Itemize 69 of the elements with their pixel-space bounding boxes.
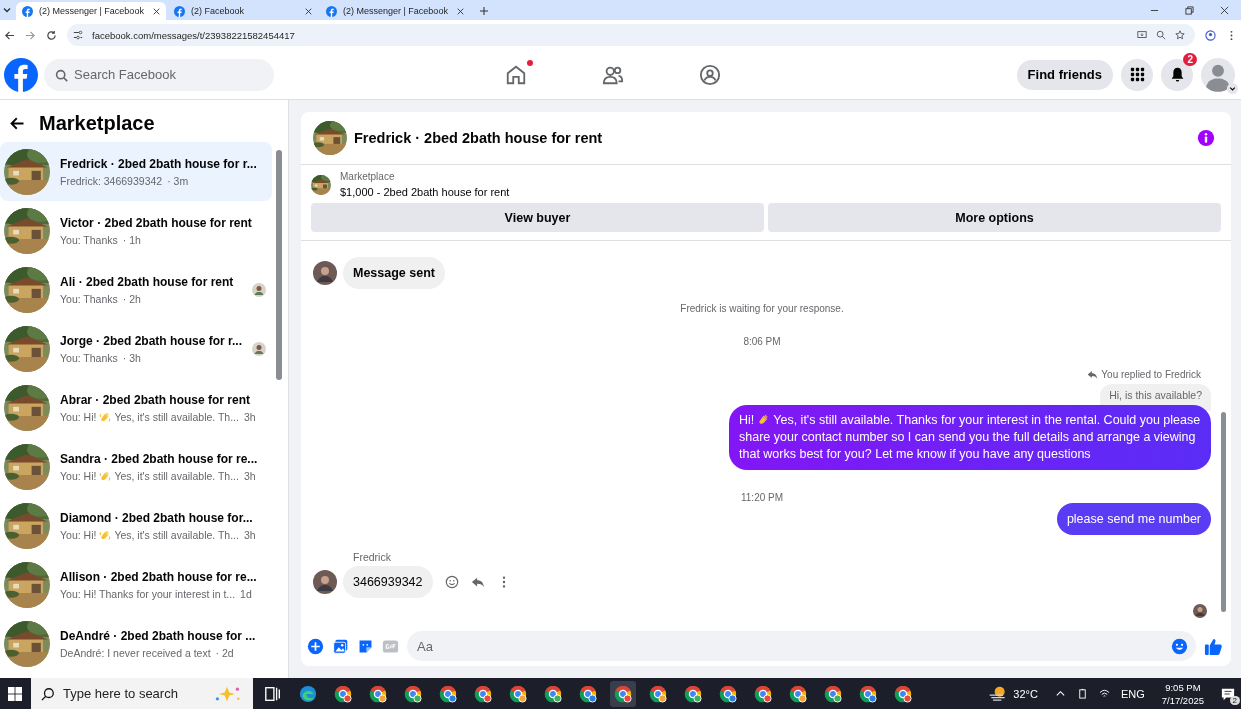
message-bubble: Message sent xyxy=(343,257,445,289)
conversation-item[interactable]: Sandra · 2bed 2bath house for re... You: Hi! Yes, it's still available. Th... 3h xyxy=(0,437,272,496)
message-time: 3h xyxy=(243,469,256,482)
message-preview: Yes, it's still available. Th... xyxy=(114,469,239,482)
message-input[interactable]: Aa xyxy=(407,631,1196,661)
message-time: · 1h xyxy=(122,233,141,246)
address-field[interactable]: facebook.com/messages/t/23938221582454417 xyxy=(67,24,1195,46)
conversation-name: Ali · 2bed 2bath house for rent xyxy=(60,274,235,289)
clock-date[interactable]: 7/17/2025 xyxy=(1161,694,1204,706)
conversation-name: Victor · 2bed 2bath house for rent xyxy=(60,215,253,230)
message-bubble: please send me number xyxy=(1056,503,1211,535)
message-preview: Yes, it's still available. Th... xyxy=(114,528,239,541)
sidebar-title: Marketplace xyxy=(39,111,155,135)
notification-badge: 2 xyxy=(1229,695,1240,705)
message-preview: You: Hi! xyxy=(60,469,97,482)
reply-note: You replied to Fredrick xyxy=(1101,369,1201,380)
message-preview: DeAndré: I never received a text xyxy=(60,646,211,659)
conversation-item[interactable]: Allison · 2bed 2bath house for re... You: Hi! Thanks for your interest in t... 1d xyxy=(0,555,272,614)
message-time: · 3h xyxy=(122,351,141,364)
conversation-item[interactable]: Abrar · 2bed 2bath house for rent You: Hi! Yes, it's still available. Th... 3h xyxy=(0,378,272,437)
conversation-name: DeAndré · 2bed 2bath house for ... xyxy=(60,628,257,643)
clock-time[interactable]: 9:05 PM xyxy=(1165,681,1201,693)
listing-button[interactable]: More options xyxy=(768,203,1221,232)
browser-tab[interactable]: (2) Messenger | Facebook xyxy=(320,2,470,20)
message-preview: Yes, it's still available. Th... xyxy=(114,410,239,423)
conversation-name: Allison · 2bed 2bath house for re... xyxy=(60,569,258,584)
listing-title: $1,000 - 2bed 2bath house for rent xyxy=(340,186,510,198)
language-indicator[interactable]: ENG xyxy=(1120,687,1145,700)
chat-title: Fredrick · 2bed 2bath house for rent xyxy=(354,130,603,146)
taskbar-search-field[interactable]: Type here to search xyxy=(31,678,253,709)
message-preview: You: Thanks xyxy=(60,233,118,246)
message-time: · 2h xyxy=(122,292,141,305)
conversation-item[interactable]: DeAndré · 2bed 2bath house for ... DeAndré: I never received a text · 2d xyxy=(0,614,272,673)
browser-tab[interactable]: (2) Facebook xyxy=(168,2,318,20)
listing-button[interactable]: View buyer xyxy=(311,203,764,232)
url-text: facebook.com/messages/t/23938221582454417 xyxy=(92,29,295,41)
message-preview: You: Hi! xyxy=(60,410,97,423)
message-bubble: 3466939342 xyxy=(343,566,433,598)
sender-name: Fredrick xyxy=(353,551,391,563)
conversation-item[interactable]: Fredrick · 2bed 2bath house for r... Fredrick: 3466939342 · 3m xyxy=(0,142,272,201)
browser-tab[interactable]: (2) Messenger | Facebook xyxy=(16,2,166,20)
message-preview: You: Hi! Thanks for your interest in t... xyxy=(60,587,236,600)
search-field[interactable]: Search Facebook xyxy=(44,58,274,91)
conversation-name: Abrar · 2bed 2bath house for rent xyxy=(60,392,252,407)
temperature: 32°C xyxy=(1013,687,1038,700)
conversation-item[interactable]: Jorge · 2bed 2bath house for r... You: Thanks · 3h xyxy=(0,319,272,378)
conversation-name: Jorge · 2bed 2bath house for r... xyxy=(60,333,242,348)
message-preview: You: Hi! xyxy=(60,528,97,541)
conversation-item[interactable]: Diamond · 2bed 2bath house for... You: Hi! Yes, it's still available. Th... 3h xyxy=(0,496,272,555)
message-time: 3h xyxy=(243,528,256,541)
message-time: 1d xyxy=(240,587,252,600)
message-preview: You: Thanks xyxy=(60,292,118,305)
message-time: · 3m xyxy=(167,174,189,187)
conversation-name: Diamond · 2bed 2bath house for... xyxy=(60,510,254,525)
listing-label: Marketplace xyxy=(340,171,396,182)
message-bubble: Hi! Yes, it's still available. Thanks for your interest in the rental. Could you please share your contact number so I can send you the full details and arrange a viewing that works best for you? Let me know if you have any questions xyxy=(729,405,1211,470)
conversation-name: Fredrick · 2bed 2bath house for r... xyxy=(60,156,258,171)
message-preview: You: Thanks xyxy=(60,351,118,364)
conversation-item[interactable]: Victor · 2bed 2bath house for rent You: Thanks · 1h xyxy=(0,201,272,260)
find-friends-button[interactable]: Find friends xyxy=(1016,59,1113,90)
message-time: 3h xyxy=(243,410,256,423)
notification-badge: 2 xyxy=(1183,52,1197,66)
timestamp: 11:20 PM xyxy=(740,492,784,503)
conversation-name: Sandra · 2bed 2bath house for re... xyxy=(60,451,259,466)
conversation-item[interactable]: Ali · 2bed 2bath house for rent You: Thanks · 2h xyxy=(0,260,272,319)
message-preview: Fredrick: 3466939342 xyxy=(60,174,163,187)
status-notice: Fredrick is waiting for your response. xyxy=(680,303,844,314)
timestamp: 8:06 PM xyxy=(743,336,781,347)
message-time: · 2d xyxy=(215,646,234,659)
